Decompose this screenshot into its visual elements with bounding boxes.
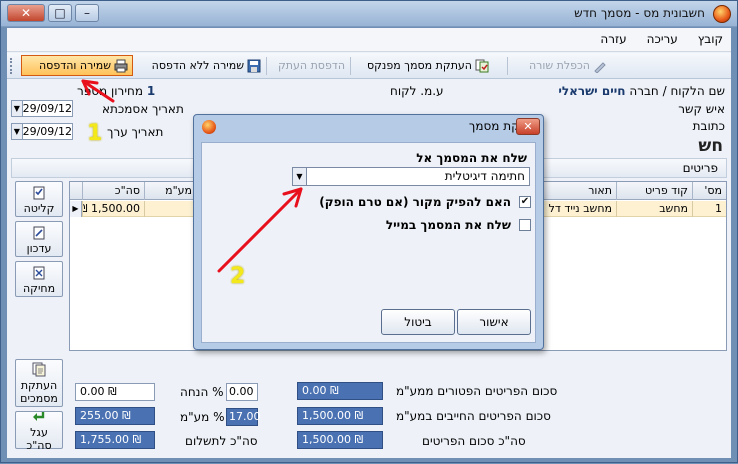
annotation-arrows [81,79,303,273]
main-window: חשבונית מס - מסמך חדש ✕ □ – קובץ עריכה ע… [0,0,738,463]
annotation-step-2: 2 [230,264,246,289]
annotation-step-1: 1 [87,121,103,146]
arrow-step-2 [217,187,303,273]
